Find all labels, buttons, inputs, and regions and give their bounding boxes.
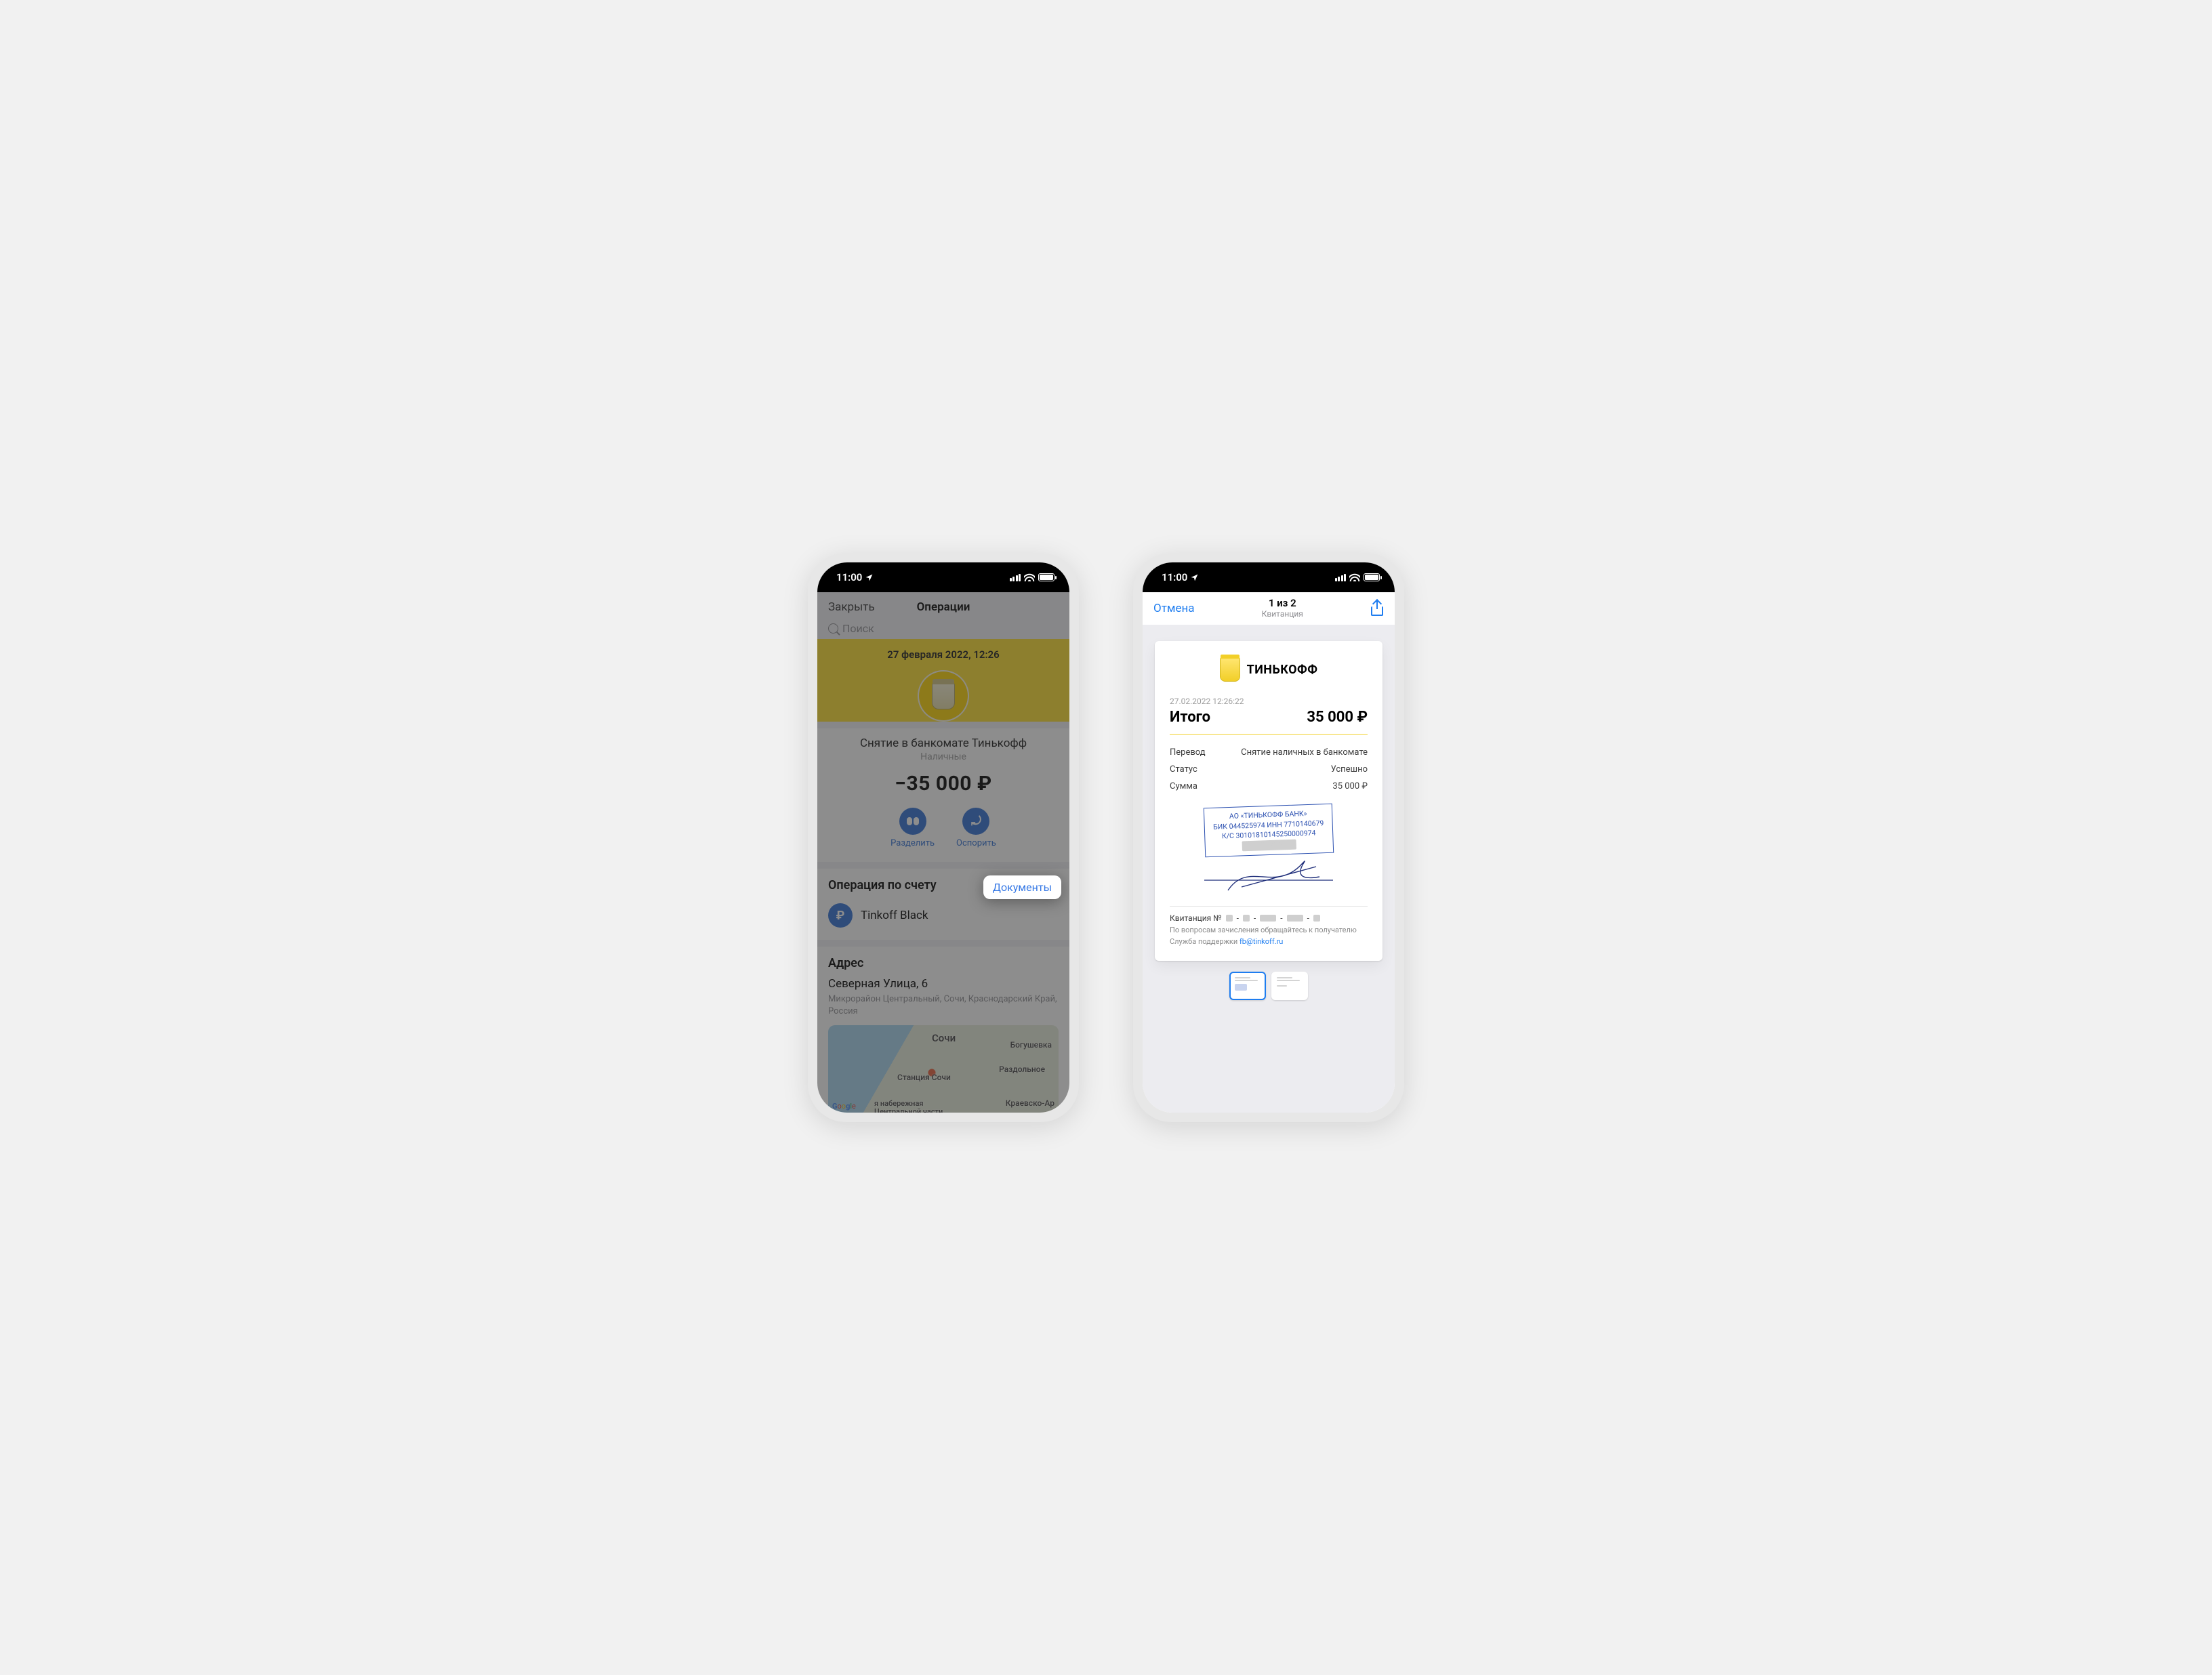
receipt-row-value: Снятие наличных в банкомате bbox=[1241, 747, 1368, 758]
receipt-row-key: Сумма bbox=[1170, 781, 1197, 791]
receipt-row: Статус Успешно bbox=[1170, 761, 1368, 778]
search-placeholder: Поиск bbox=[842, 622, 874, 635]
wifi-icon bbox=[1024, 573, 1035, 581]
bank-logo-badge bbox=[918, 670, 969, 722]
receipt-total-label: Итого bbox=[1170, 709, 1210, 726]
location-arrow-icon bbox=[1190, 573, 1199, 582]
map-label: Раздольное bbox=[999, 1064, 1045, 1074]
brand-name: ТИНЬКОФФ bbox=[1247, 663, 1318, 677]
split-icon bbox=[907, 817, 919, 825]
operation-summary: Снятие в банкомате Тинькофф Наличные −35… bbox=[817, 728, 1069, 862]
nav-bar: Закрыть Операции bbox=[817, 592, 1069, 622]
wifi-icon bbox=[1349, 573, 1360, 581]
receipt-support: Служба поддержки fb@tinkoff.ru bbox=[1170, 937, 1368, 946]
support-email-link[interactable]: fb@tinkoff.ru bbox=[1240, 937, 1283, 946]
close-button[interactable]: Закрыть bbox=[828, 600, 875, 614]
operation-subtitle: Наличные bbox=[828, 751, 1059, 762]
split-button[interactable]: Разделить bbox=[890, 808, 935, 848]
nav-title: Операции bbox=[917, 600, 970, 614]
address-section: Адрес Северная Улица, 6 Микрорайон Центр… bbox=[817, 947, 1069, 1113]
status-time: 11:00 bbox=[836, 571, 862, 583]
operation-header: 27 февраля 2022, 12:26 bbox=[817, 639, 1069, 722]
search-icon bbox=[828, 623, 838, 634]
address-section-title: Адрес bbox=[828, 956, 1059, 970]
split-label: Разделить bbox=[890, 838, 935, 848]
battery-icon bbox=[1038, 573, 1054, 581]
page-thumb-2[interactable] bbox=[1271, 972, 1308, 1000]
operation-title: Снятие в банкомате Тинькофф bbox=[828, 737, 1059, 750]
map-attribution: Google bbox=[832, 1102, 856, 1111]
receipt-row-key: Перевод bbox=[1170, 747, 1206, 758]
receipt-note: По вопросам зачисления обращайтесь к пол… bbox=[1170, 926, 1368, 934]
receipt-row: Сумма 35 000 ₽ bbox=[1170, 778, 1368, 795]
search-field[interactable]: Поиск bbox=[817, 622, 1069, 639]
receipt-row: Перевод Снятие наличных в банкомате bbox=[1170, 744, 1368, 761]
documents-button[interactable]: Документы bbox=[983, 875, 1061, 899]
receipt-footer: Квитанция № ---- По вопросам зачисления … bbox=[1170, 906, 1368, 946]
phone-operation-details: 11:00 Закрыть Операции Поиск bbox=[808, 553, 1079, 1122]
share-button[interactable] bbox=[1370, 601, 1384, 616]
document-nav-bar: Отмена 1 из 2 Квитанция bbox=[1143, 592, 1395, 625]
address-line2: Микрорайон Центральный, Сочи, Краснодарс… bbox=[828, 993, 1059, 1017]
receipt-number: Квитанция № ---- bbox=[1170, 913, 1368, 923]
address-line1: Северная Улица, 6 bbox=[828, 977, 1059, 991]
receipt-card: ТИНЬКОФФ 27.02.2022 12:26:22 Итого 35 00… bbox=[1155, 641, 1382, 961]
page-thumb-1[interactable] bbox=[1229, 972, 1266, 1000]
map-label: Богушевка bbox=[1010, 1040, 1052, 1050]
dispute-icon: ⤾ bbox=[971, 814, 981, 829]
dispute-button[interactable]: ⤾ Оспорить bbox=[956, 808, 996, 848]
operation-datetime: 27 февраля 2022, 12:26 bbox=[828, 648, 1059, 661]
bank-stamp: АО «ТИНЬКОФФ БАНК» БИК 044525974 ИНН 771… bbox=[1204, 804, 1334, 857]
account-section-title: Операция по счету bbox=[828, 878, 937, 892]
signature bbox=[1201, 853, 1336, 894]
account-section: Операция по счету Документы ₽ Tinkoff Bl… bbox=[817, 869, 1069, 940]
dispute-label: Оспорить bbox=[956, 838, 996, 848]
device-notch bbox=[879, 562, 1008, 583]
receipt-brand: ТИНЬКОФФ bbox=[1170, 657, 1368, 682]
phone-receipt-preview: 11:00 Отмена 1 из 2 Квитанция bbox=[1133, 553, 1404, 1122]
map-label: Станция Сочи bbox=[897, 1073, 951, 1082]
device-notch bbox=[1204, 562, 1333, 583]
map-label: Краевско-Ар bbox=[1006, 1098, 1054, 1108]
cellular-icon bbox=[1335, 574, 1347, 581]
location-arrow-icon bbox=[865, 573, 874, 582]
battery-icon bbox=[1364, 573, 1380, 581]
receipt-total-row: Итого 35 000 ₽ bbox=[1170, 709, 1368, 735]
page-counter: 1 из 2 bbox=[1262, 598, 1303, 609]
map-snippet[interactable]: Сочи Богушевка Раздольное Станция Сочи К… bbox=[828, 1025, 1059, 1113]
tinkoff-shield-icon bbox=[932, 682, 955, 709]
receipt-timestamp: 27.02.2022 12:26:22 bbox=[1170, 697, 1368, 706]
page-thumbnails bbox=[1155, 961, 1382, 1006]
operation-amount: −35 000 ₽ bbox=[828, 772, 1059, 795]
document-type-label: Квитанция bbox=[1262, 610, 1303, 619]
account-row[interactable]: ₽ Tinkoff Black bbox=[828, 901, 1059, 930]
ruble-icon: ₽ bbox=[828, 903, 853, 928]
map-label: я набережная Центральной части bbox=[874, 1100, 969, 1113]
document-viewport[interactable]: ТИНЬКОФФ 27.02.2022 12:26:22 Итого 35 00… bbox=[1143, 625, 1395, 1113]
receipt-row-key: Статус bbox=[1170, 764, 1197, 774]
tinkoff-shield-icon bbox=[1220, 657, 1240, 682]
receipt-row-value: 35 000 ₽ bbox=[1332, 781, 1368, 791]
stage: 11:00 Закрыть Операции Поиск bbox=[808, 553, 1404, 1122]
status-time: 11:00 bbox=[1162, 571, 1187, 583]
stamp-masked-line: XXXXXXXX bbox=[1242, 840, 1296, 851]
cellular-icon bbox=[1010, 574, 1021, 581]
receipt-total-amount: 35 000 ₽ bbox=[1307, 709, 1368, 726]
stamp-area: АО «ТИНЬКОФФ БАНК» БИК 044525974 ИНН 771… bbox=[1170, 798, 1368, 906]
account-name: Tinkoff Black bbox=[861, 909, 928, 922]
cancel-button[interactable]: Отмена bbox=[1153, 602, 1195, 615]
receipt-row-value: Успешно bbox=[1331, 764, 1368, 774]
map-city-label: Сочи bbox=[932, 1032, 956, 1044]
